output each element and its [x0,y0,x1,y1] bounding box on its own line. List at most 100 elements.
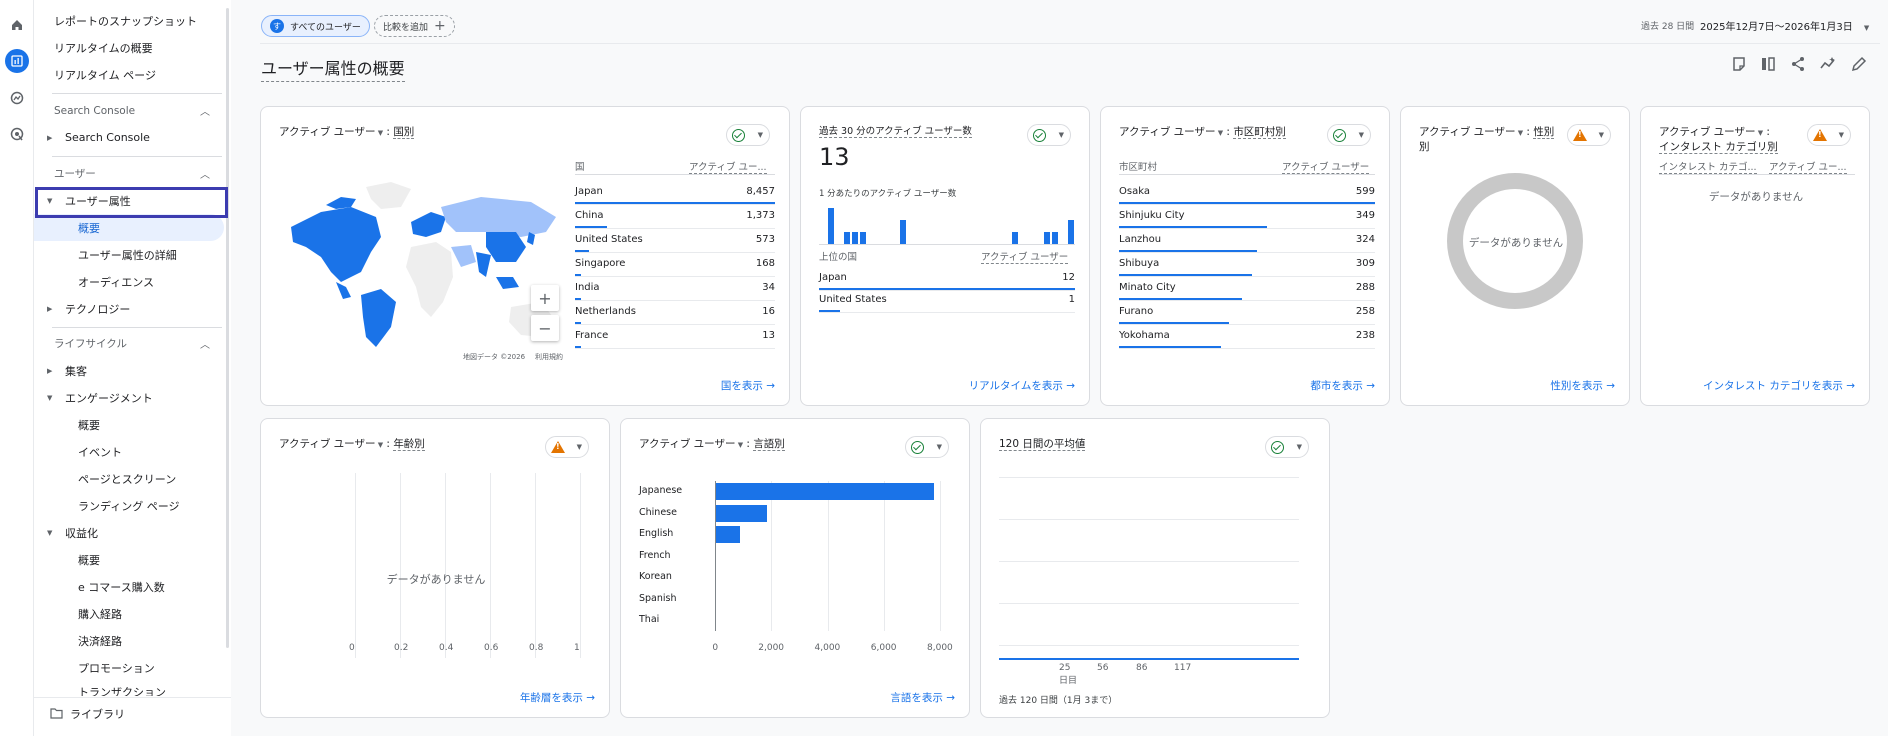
grid-line [999,645,1299,646]
sidebar-item-transactions[interactable]: トランザクション [34,681,224,696]
table-row[interactable]: United States 573 [575,229,775,253]
segment-chip[interactable]: す すべてのユーザー [261,15,370,37]
annotation-icon[interactable] [1731,56,1747,72]
per-minute-sparkline[interactable] [819,207,1075,245]
sidebar-item-ecommerce[interactable]: e コマース購入数 [34,573,224,600]
table-row[interactable]: France 13 [575,325,775,349]
status-chip[interactable]: ▼ [1027,124,1071,146]
sidebar-item-mon-overview[interactable]: 概要 [34,546,224,573]
row-bar [575,322,581,324]
sidebar-item-realtime-pages[interactable]: リアルタイム ページ [34,61,224,88]
explore-icon[interactable] [5,86,29,110]
date-range-picker[interactable]: 2025年12月7日～2026年1月3日 ▼ [1700,18,1869,33]
table-row[interactable]: Japan 12 [819,267,1075,291]
status-chip[interactable]: ▼ [1265,436,1309,458]
table-row[interactable]: Netherlands 16 [575,301,775,325]
sidebar-item-events[interactable]: イベント [34,438,224,465]
view-languages-link[interactable]: 言語を表示 → [890,690,955,705]
view-interests-link[interactable]: インタレスト カテゴリを表示 → [1703,378,1855,393]
bar[interactable] [715,504,768,522]
x-tick-label: 56 [1097,663,1109,673]
sidebar-item-overview[interactable]: 概要 [34,214,224,241]
bar[interactable] [715,526,740,543]
caret-down-icon: ▼ [936,443,942,451]
table-row[interactable]: India 34 [575,277,775,301]
card-title[interactable]: アクティブ ユーザー ▼ : 国別 [279,125,415,140]
sidebar-item-library[interactable]: ライブラリ [34,700,224,727]
sidebar-item-engagement[interactable]: ▼ エンゲージメント [34,384,224,411]
sidebar-item-snapshot[interactable]: レポートのスナップショット [34,7,224,34]
card-title[interactable]: アクティブ ユーザー ▼ : 年齢別 [279,437,425,452]
sidebar-item-search-console[interactable]: ▶ Search Console [34,124,224,151]
view-cities-link[interactable]: 都市を表示 → [1310,378,1375,393]
status-chip[interactable]: ▼ [905,436,949,458]
table-row[interactable]: Shibuya 309 [1119,253,1375,277]
status-chip[interactable]: ▼ [1807,124,1851,146]
map-terms-link[interactable]: 利用規約 [535,352,563,362]
table-row[interactable]: China 1,373 [575,205,775,229]
x-tick-label: 0.2 [394,643,409,653]
table-row[interactable]: Lanzhou 324 [1119,229,1375,253]
table-row[interactable]: Osaka 599 [1119,181,1375,205]
home-icon[interactable] [5,13,29,37]
column-header-interest-category[interactable]: インタレスト カテゴ... [1659,159,1757,174]
column-header-active-users[interactable]: アクティブ ユー... [1769,159,1847,174]
column-header-active-users[interactable]: アクティブ ユー... [689,159,767,174]
table-row[interactable]: Singapore 168 [575,253,775,277]
sidebar-item-landing-page[interactable]: ランディング ページ [34,492,224,519]
edit-pencil-icon[interactable] [1851,56,1867,72]
sidebar-item-pages-screens[interactable]: ページとスクリーン [34,465,224,492]
add-compare-button[interactable]: 比較を追加 + [374,15,455,37]
sidebar-item-purchase-journey[interactable]: 購入経路 [34,600,224,627]
table-row[interactable]: United States 1 [819,289,1075,313]
row-bar [575,202,775,204]
world-map[interactable] [281,177,561,357]
status-chip[interactable]: ▼ [1567,124,1611,146]
insights-icon[interactable] [1820,56,1836,72]
card-title[interactable]: アクティブ ユーザー ▼ : インタレスト カテゴリ別 [1659,125,1778,154]
section-lifecycle[interactable]: ライフサイクル ︿ [34,330,224,357]
table-row[interactable]: Shinjuku City 349 [1119,205,1375,229]
advertising-icon[interactable] [5,122,29,146]
sidebar-item-monetization[interactable]: ▼ 収益化 [34,519,224,546]
table-row[interactable]: Minato City 288 [1119,277,1375,301]
section-user[interactable]: ユーザー ︿ [34,160,224,187]
card-title[interactable]: 120 日間の平均値 [999,437,1086,451]
view-realtime-link[interactable]: リアルタイムを表示 → [969,378,1075,393]
view-countries-link[interactable]: 国を表示 → [721,378,775,393]
table-row[interactable]: Yokohama 238 [1119,325,1375,349]
arrow-right-icon: → [1606,380,1615,392]
card-title[interactable]: アクティブ ユーザー ▼ : 言語別 [639,437,785,452]
sidebar-item-realtime-overview[interactable]: リアルタイムの概要 [34,34,224,61]
sidebar-scrollbar[interactable] [226,8,229,648]
bar[interactable] [715,483,934,500]
column-header-active-users[interactable]: アクティブ ユーザー [1282,159,1370,174]
status-chip[interactable]: ▼ [1327,124,1371,146]
series-line[interactable] [999,658,1299,660]
reports-icon[interactable] [5,49,29,73]
view-age-link[interactable]: 年齢層を表示 → [520,690,595,705]
row-label: Minato City [1119,282,1176,293]
sidebar-item-eng-overview[interactable]: 概要 [34,411,224,438]
sidebar-item-user-attr-detail[interactable]: ユーザー属性の詳細 [34,241,224,268]
table-row[interactable]: Furano 258 [1119,301,1375,325]
compare-icon[interactable] [1760,56,1776,72]
page-title[interactable]: ユーザー属性の概要 [261,55,405,82]
status-chip[interactable]: ▼ [726,124,770,146]
card-title[interactable]: 過去 30 分のアクティブ ユーザー数 [819,125,972,139]
section-search-console[interactable]: Search Console ︿ [34,97,224,124]
sidebar-item-acquisition[interactable]: ▶ 集客 [34,357,224,384]
status-chip[interactable]: ▼ [545,436,589,458]
card-title[interactable]: アクティブ ユーザー ▼ : 性別別 [1419,125,1555,154]
sidebar-item-checkout-journey[interactable]: 決済経路 [34,627,224,654]
sidebar-item-promotion[interactable]: プロモーション [34,654,224,681]
table-row[interactable]: Japan 8,457 [575,181,775,205]
zoom-in-button[interactable]: + [531,285,559,311]
sidebar-item-technology[interactable]: ▶ テクノロジー [34,295,224,322]
sidebar-item-audience[interactable]: オーディエンス [34,268,224,295]
view-gender-link[interactable]: 性別を表示 → [1550,378,1615,393]
share-icon[interactable] [1790,56,1806,72]
zoom-out-button[interactable]: − [531,315,559,341]
column-header-active-users[interactable]: アクティブ ユーザー [981,249,1069,264]
card-title[interactable]: アクティブ ユーザー ▼ : 市区町村別 [1119,125,1286,140]
